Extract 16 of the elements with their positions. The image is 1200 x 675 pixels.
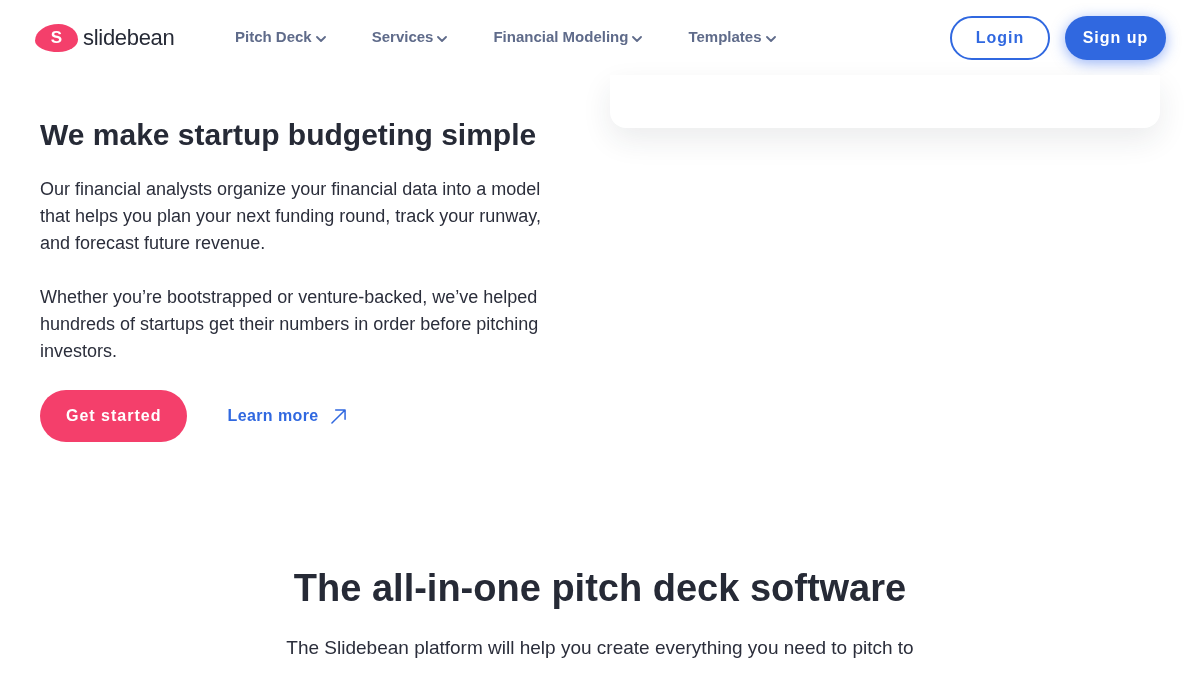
paragraph: Our financial analysts organize your financial data into a model that helps you plan your next funding round, track your runway, and forecast future revenue. [40, 178, 542, 255]
section-text: The Slidebean platform will help you create everything you need to pitch to [286, 636, 914, 660]
login-button[interactable]: Login [950, 15, 1050, 60]
section-heading: The all-in-one pitch deck software [293, 566, 907, 611]
signup-button[interactable]: Sign up [1065, 15, 1166, 60]
logo-mark[interactable]: S [35, 23, 78, 52]
nav-link[interactable]: Templates [688, 26, 776, 49]
learn-more-link[interactable]: Learn more [227, 404, 346, 428]
nav-link[interactable]: Services [371, 26, 448, 49]
get-started-button[interactable]: Get started [40, 390, 188, 442]
arrow-up-right-icon [330, 408, 346, 424]
nav-link[interactable]: Pitch Deck [235, 26, 326, 49]
hero-heading: We make startup budgeting simple [40, 117, 538, 153]
logo-text[interactable]: slidebean [83, 21, 175, 54]
nav-link[interactable]: Financial Modeling [493, 26, 643, 49]
paragraph: Whether you’re bootstrapped or venture-backed, we’ve helped hundreds of startups get their numbers in order before pitching investors. [40, 286, 540, 363]
